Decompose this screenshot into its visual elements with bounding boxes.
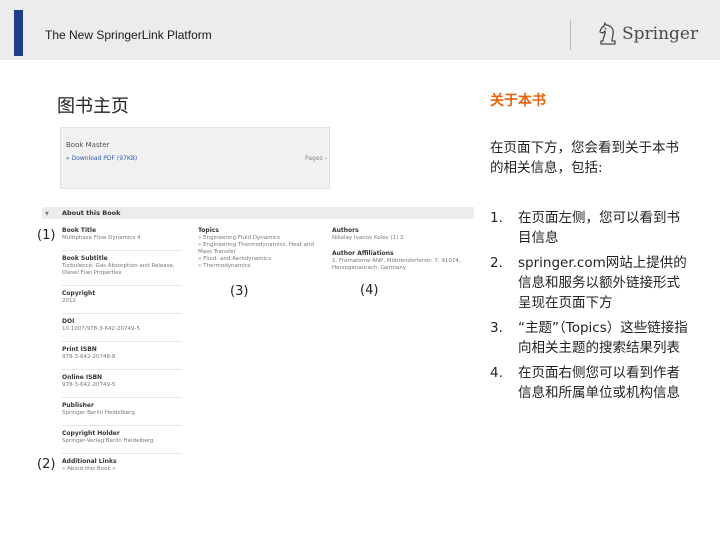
section-title: 关于本书: [490, 93, 546, 109]
annotation-1: (1): [37, 228, 56, 243]
item-text: “主题”（Topics）这些链接指向相关主题的搜索结果列表: [518, 320, 688, 356]
item-number: 2.: [490, 255, 503, 271]
collapse-triangle-icon[interactable]: ▼: [45, 211, 49, 217]
field-value: Springer Berlin Heidelberg: [62, 410, 135, 416]
springer-logo: Springer: [597, 22, 698, 46]
intro-text: 在页面下方，您会看到关于本书的相关信息，包括:: [490, 140, 679, 176]
topic-link[interactable]: » Engineering Thermodynamics, Heat and M…: [198, 242, 318, 256]
field-label: Author Affiliations: [332, 250, 394, 257]
chess-knight-icon: [599, 22, 616, 45]
field-label: Additional Links: [62, 458, 117, 465]
item-number: 4.: [490, 365, 503, 381]
annotation-3: (3): [230, 284, 249, 299]
header-bar: The New SpringerLink Platform Springer: [0, 0, 720, 60]
item-number: 3.: [490, 320, 503, 336]
field-copyright-holder: Copyright Holder Springer-Verlag Berlin H…: [62, 430, 182, 445]
topic-link[interactable]: » Thermodynamics: [198, 263, 318, 270]
field-label: Copyright Holder: [62, 430, 120, 437]
book-card: Book Master » Download PDF (97KB) Pages …: [60, 127, 330, 189]
download-pdf-link[interactable]: » Download PDF (97KB): [66, 155, 137, 162]
field-publisher: Publisher Springer Berlin Heidelberg: [62, 402, 182, 417]
topics-label: Topics: [198, 227, 219, 234]
field-doi: DOI 10.1007/978-3-642-20749-5: [62, 318, 182, 333]
field-label: Book Title: [62, 227, 97, 234]
field-authors: Authors Nikolay Ivanov Kolev (1) 2: [332, 227, 472, 242]
field-label: Authors: [332, 227, 359, 234]
item-text: 在页面左侧，您可以看到书目信息: [518, 210, 680, 246]
field-copyright: Copyright 2012: [62, 290, 182, 305]
pages-label: Pages –: [305, 155, 328, 162]
annotation-4: (4): [360, 283, 379, 298]
topics-column: Topics » Engineering Fluid Dynamics » En…: [198, 227, 318, 270]
field-book-subtitle: Book Subtitle Turbulence, Gas Absorption …: [62, 255, 182, 277]
field-value: 10.1007/978-3-642-20749-5: [62, 326, 141, 332]
field-value: 1. Framatome ANP, Möhrendorferstr. 7, 91…: [332, 258, 461, 271]
field-label: Publisher: [62, 402, 94, 409]
field-print-isbn: Print ISBN 978-3-642-20748-8: [62, 346, 182, 361]
item-text: 在页面右侧您可以看到作者信息和所属单位或机构信息: [518, 365, 680, 401]
annotation-2: (2): [37, 457, 56, 472]
header-divider: [570, 20, 571, 50]
field-affiliations: Author Affiliations 1. Framatome ANP, Möh…: [332, 250, 472, 272]
book-name: Book Master: [66, 141, 110, 149]
field-book-title: Book Title Multiphase Flow Dynamics 4: [62, 227, 182, 242]
list-item: 2. springer.com网站上提供的信息和服务以额外链接形式呈现在页面下方: [490, 253, 690, 313]
book-page-screenshot: Book Master » Download PDF (97KB) Pages …: [42, 125, 474, 480]
author-link[interactable]: Nikolay Ivanov Kolev (1) 2: [332, 235, 472, 242]
page-title: 图书主页: [57, 96, 129, 117]
numbered-list: 1. 在页面左侧，您可以看到书目信息 2. springer.com网站上提供的信息…: [490, 208, 690, 408]
field-value: 978-3-642-20748-8: [62, 354, 116, 360]
topic-link[interactable]: » Engineering Fluid Dynamics: [198, 235, 318, 242]
about-section-label: About this Book: [62, 209, 121, 217]
field-online-isbn: Online ISBN 978-3-642-20749-5: [62, 374, 182, 389]
field-value: Springer-Verlag Berlin Heidelberg: [62, 438, 154, 444]
additional-link[interactable]: » About this Book »: [62, 466, 182, 473]
logo-text: Springer: [622, 24, 699, 44]
bibliographic-column: Book Title Multiphase Flow Dynamics 4 Boo…: [62, 227, 182, 481]
field-value: 978-3-642-20749-5: [62, 382, 116, 388]
field-value: 2012: [62, 298, 76, 304]
field-value: Multiphase Flow Dynamics 4: [62, 235, 141, 241]
field-label: Online ISBN: [62, 374, 103, 381]
item-number: 1.: [490, 210, 503, 226]
header-title: The New SpringerLink Platform: [45, 28, 212, 42]
list-item: 1. 在页面左侧，您可以看到书目信息: [490, 208, 690, 248]
field-value: Turbulence, Gas Absorption and Release, …: [62, 263, 175, 276]
field-label: Print ISBN: [62, 346, 97, 353]
header-accent-bar: [14, 10, 23, 56]
field-additional-links: Additional Links» About this Book »: [62, 458, 182, 473]
field-label: Copyright: [62, 290, 96, 297]
list-item: 4. 在页面右侧您可以看到作者信息和所属单位或机构信息: [490, 363, 690, 403]
field-label: Book Subtitle: [62, 255, 108, 262]
list-item: 3. “主题”（Topics）这些链接指向相关主题的搜索结果列表: [490, 318, 690, 358]
item-text: springer.com网站上提供的信息和服务以额外链接形式呈现在页面下方: [518, 255, 687, 311]
topic-link[interactable]: » Fluid- and Aerodynamics: [198, 256, 318, 263]
field-label: DOI: [62, 318, 75, 325]
authors-column: Authors Nikolay Ivanov Kolev (1) 2 Author…: [332, 227, 472, 280]
